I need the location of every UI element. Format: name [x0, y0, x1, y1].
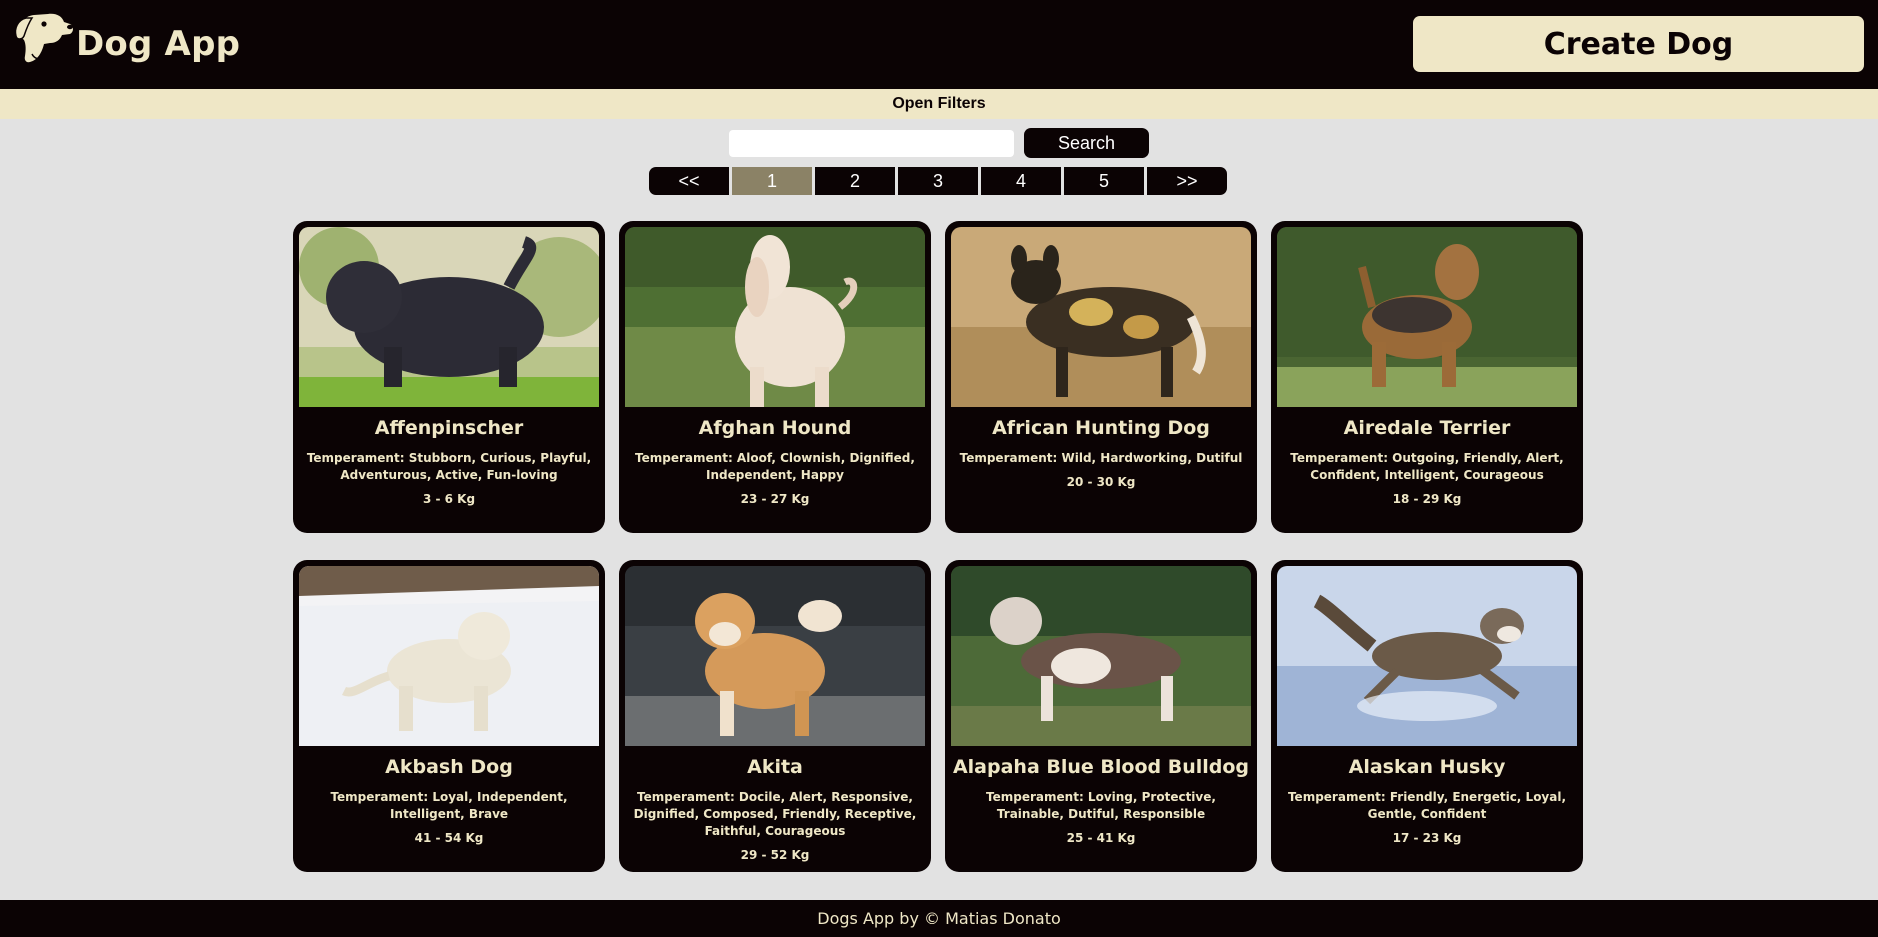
dog-weight: 25 - 41 Kg [1066, 831, 1136, 845]
footer-credit: Dogs App by © Matias Donato [817, 909, 1061, 928]
dog-temperament: Temperament: Aloof, Clownish, Dignified,… [627, 450, 923, 508]
dog-temperament-text: Temperament: Docile, Alert, Responsive, … [633, 790, 917, 838]
dog-weight: 23 - 27 Kg [740, 492, 810, 506]
dog-weight: 41 - 54 Kg [414, 831, 484, 845]
dog-temperament-text: Temperament: Loyal, Independent, Intelli… [330, 790, 568, 821]
dog-temperament: Temperament: Outgoing, Friendly, Alert, … [1279, 450, 1575, 508]
dog-name: Alapaha Blue Blood Bulldog [952, 756, 1250, 778]
dog-photo [1277, 227, 1577, 407]
dog-card-affenpinscher[interactable]: Affenpinscher Temperament: Stubborn, Cur… [293, 221, 605, 533]
dog-name: Affenpinscher [374, 417, 524, 439]
dog-temperament-text: Temperament: Loving, Protective, Trainab… [986, 790, 1216, 821]
dog-card-afghan-hound[interactable]: Afghan Hound Temperament: Aloof, Clownis… [619, 221, 931, 533]
dog-temperament: Temperament: Loving, Protective, Trainab… [953, 789, 1249, 847]
dog-name: Akita [747, 756, 803, 778]
dog-photo [625, 227, 925, 407]
app-header: Dog App Create Dog [0, 0, 1878, 89]
dog-photo [299, 566, 599, 746]
create-dog-button[interactable]: Create Dog [1413, 16, 1864, 72]
dog-temperament-text: Temperament: Outgoing, Friendly, Alert, … [1290, 451, 1564, 482]
dog-temperament: Temperament: Loyal, Independent, Intelli… [301, 789, 597, 847]
dog-card-alapaha-blue-blood-bulldog[interactable]: Alapaha Blue Blood Bulldog Temperament: … [945, 560, 1257, 872]
dog-card-airedale-terrier[interactable]: Airedale Terrier Temperament: Outgoing, … [1271, 221, 1583, 533]
dog-temperament-text: Temperament: Aloof, Clownish, Dignified,… [635, 451, 915, 482]
dog-name: Afghan Hound [698, 417, 852, 439]
footer: Dogs App by © Matias Donato [0, 900, 1878, 937]
dog-weight: 3 - 6 Kg [422, 492, 476, 506]
dog-weight: 17 - 23 Kg [1392, 831, 1462, 845]
dog-temperament: Temperament: Wild, Hardworking, Dutiful … [953, 450, 1249, 491]
dog-name: Alaskan Husky [1348, 756, 1506, 778]
dog-card-african-hunting-dog[interactable]: African Hunting Dog Temperament: Wild, H… [945, 221, 1257, 533]
dog-photo [1277, 566, 1577, 746]
pagination: << 1 2 3 4 5 >> [649, 167, 1227, 195]
app-title: Dog App [76, 24, 241, 64]
dog-photo [625, 566, 925, 746]
dog-temperament: Temperament: Stubborn, Curious, Playful,… [301, 450, 597, 508]
dog-card-akita[interactable]: Akita Temperament: Docile, Alert, Respon… [619, 560, 931, 872]
search-button[interactable]: Search [1024, 128, 1149, 158]
dog-name: Akbash Dog [385, 756, 513, 778]
page-button-5[interactable]: 5 [1064, 167, 1144, 195]
last-page-button[interactable]: >> [1147, 167, 1227, 195]
page-button-4[interactable]: 4 [981, 167, 1061, 195]
dog-weight: 20 - 30 Kg [1066, 475, 1136, 489]
dog-temperament-text: Temperament: Wild, Hardworking, Dutiful [959, 451, 1243, 465]
dog-temperament-text: Temperament: Friendly, Energetic, Loyal,… [1287, 790, 1567, 821]
page-button-1[interactable]: 1 [732, 167, 812, 195]
search-input[interactable] [729, 130, 1014, 157]
page-button-3[interactable]: 3 [898, 167, 978, 195]
dog-photo [299, 227, 599, 407]
dog-photo [951, 227, 1251, 407]
open-filters-toggle[interactable]: Open Filters [0, 89, 1878, 119]
dog-temperament: Temperament: Docile, Alert, Responsive, … [627, 789, 923, 864]
dog-weight: 29 - 52 Kg [740, 848, 810, 862]
page-button-2[interactable]: 2 [815, 167, 895, 195]
dog-card-akbash-dog[interactable]: Akbash Dog Temperament: Loyal, Independe… [293, 560, 605, 872]
dog-name: Airedale Terrier [1343, 417, 1511, 439]
dog-head-icon [14, 13, 73, 63]
app-logo[interactable]: Dog App [12, 10, 240, 66]
dog-temperament: Temperament: Friendly, Energetic, Loyal,… [1279, 789, 1575, 847]
dog-weight: 18 - 29 Kg [1392, 492, 1462, 506]
first-page-button[interactable]: << [649, 167, 729, 195]
dog-card-alaskan-husky[interactable]: Alaskan Husky Temperament: Friendly, Ene… [1271, 560, 1583, 872]
dog-name: African Hunting Dog [992, 417, 1210, 439]
dog-photo [951, 566, 1251, 746]
dog-temperament-text: Temperament: Stubborn, Curious, Playful,… [306, 451, 592, 482]
